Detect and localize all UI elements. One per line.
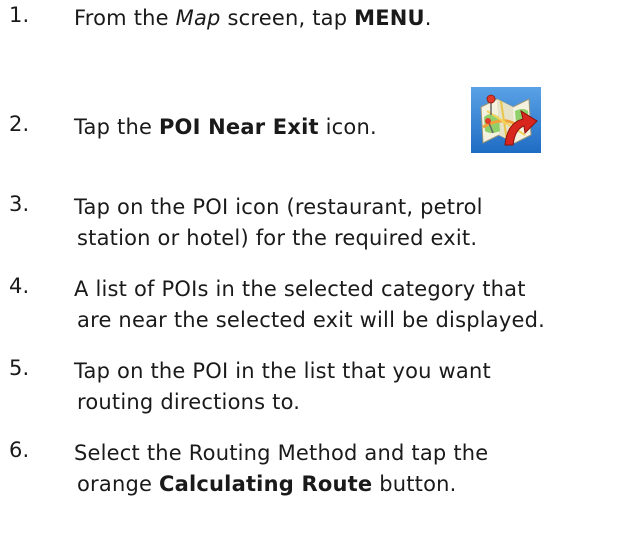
step-line: Tap the POI Near Exit icon. [74, 112, 627, 143]
map-screen-name: Map [175, 6, 221, 30]
step-text: Tap on the POI icon (restaurant, petrol … [74, 192, 627, 254]
text-run: From the [74, 6, 176, 30]
step-line: From the Map screen, tap MENU. [74, 3, 627, 34]
step-text: Select the Routing Method and tap the or… [74, 438, 627, 500]
text-run: icon. [318, 115, 377, 139]
poi-near-exit-icon [471, 87, 541, 153]
step-text: Tap on the POI in the list that you want… [74, 356, 627, 418]
calculating-route-label: Calculating Route [159, 472, 373, 496]
step-text: Tap the POI Near Exit icon. [74, 112, 627, 143]
poi-near-exit-label: POI Near Exit [158, 115, 319, 139]
text-run: screen, tap [220, 6, 355, 30]
text-run: button. [372, 472, 457, 496]
step-line: Select the Routing Method and tap the [74, 441, 489, 465]
step-number: 2. [9, 112, 30, 136]
step-line: are near the selected exit will be displ… [77, 308, 545, 332]
text-run: . [424, 6, 432, 30]
step-text: A list of POIs in the selected category … [74, 274, 627, 336]
text-run: Tap the [74, 115, 159, 139]
menu-label: MENU [354, 6, 425, 30]
step-line: station or hotel) for the required exit. [77, 226, 478, 250]
step-number: 6. [9, 438, 30, 462]
step-line: A list of POIs in the selected category … [74, 277, 526, 301]
step-line: orange Calculating Route button. [74, 469, 627, 500]
step-number: 3. [9, 192, 30, 216]
step-text: From the Map screen, tap MENU. [74, 3, 627, 34]
instruction-page: 1. From the Map screen, tap MENU. 2. Tap… [0, 0, 627, 542]
step-number: 5. [9, 356, 30, 380]
step-number: 1. [9, 3, 30, 27]
step-number: 4. [9, 274, 30, 298]
step-line: Tap on the POI icon (restaurant, petrol [74, 195, 483, 219]
step-line: Tap on the POI in the list that you want [74, 359, 491, 383]
text-run: orange [77, 472, 159, 496]
step-line: routing directions to. [77, 390, 301, 414]
